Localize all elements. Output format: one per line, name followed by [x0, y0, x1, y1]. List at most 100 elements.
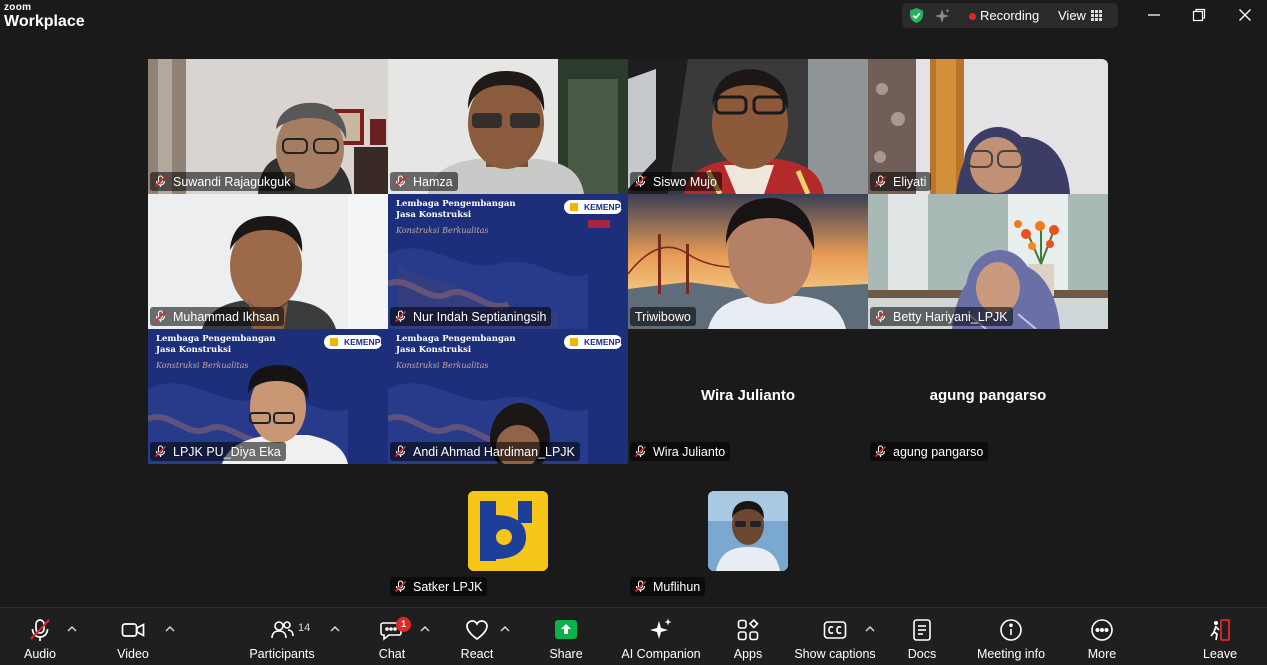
participant-name: Muhammad Ikhsan: [173, 309, 280, 324]
participant-name-tag: Muhammad Ikhsan: [150, 307, 285, 326]
show-captions-label: Show captions: [794, 647, 876, 661]
microphone-muted-icon: [394, 310, 407, 323]
microphone-muted-icon: [634, 445, 647, 458]
video-label: Video: [117, 647, 149, 661]
participant-name: Andi Ahmad Hardiman_LPJK: [413, 444, 575, 459]
video-options-chevron-icon[interactable]: [165, 625, 175, 633]
docs-button[interactable]: Docs: [902, 608, 942, 665]
participant-name-tag: Hamza: [390, 172, 458, 191]
participant-name: Siswo Mujo: [653, 174, 717, 189]
audio-label: Audio: [24, 647, 56, 661]
participant-name: agung pangarso: [893, 444, 984, 459]
more-button[interactable]: More: [1082, 608, 1122, 665]
captions-options-chevron-icon[interactable]: [865, 625, 875, 633]
react-button[interactable]: React: [456, 608, 498, 665]
app-logo: zoom Workplace: [4, 3, 85, 30]
satker-lpjk-avatar: [468, 491, 548, 571]
participants-options-chevron-icon[interactable]: [330, 625, 340, 633]
encryption-shield-icon[interactable]: [908, 7, 925, 24]
react-options-chevron-icon[interactable]: [500, 625, 510, 633]
brand-zoom: zoom: [4, 2, 32, 13]
participants-icon: [271, 621, 294, 639]
react-label: React: [460, 647, 494, 661]
apps-button[interactable]: Apps: [728, 608, 768, 665]
leave-door-icon: [1210, 619, 1230, 641]
microphone-muted-icon: [634, 580, 647, 593]
participant-name-tag: Satker LPJK: [390, 577, 488, 596]
participant-name: Triwibowo: [635, 309, 691, 324]
participant-name-tag: agung pangarso: [870, 442, 989, 461]
slide-title-line1: Lembaga Pengembangan: [156, 334, 276, 344]
microphone-muted-icon: [30, 619, 50, 641]
video-button[interactable]: Video: [112, 608, 154, 665]
participant-name: Nur Indah Septianingsih: [413, 309, 547, 324]
microphone-muted-icon: [874, 175, 887, 188]
meeting-controls-toolbar: Audio Video Participants 14 Chat 1 React…: [0, 607, 1267, 665]
microphone-muted-icon: [394, 445, 407, 458]
slide-title-line2: Jasa Konstruksi: [156, 345, 232, 355]
participants-label: Participants: [249, 647, 315, 661]
chat-options-chevron-icon[interactable]: [420, 625, 430, 633]
more-label: More: [1087, 647, 1117, 661]
participant-name-tag: Andi Ahmad Hardiman_LPJK: [390, 442, 580, 461]
pu-logo-icon: [468, 491, 548, 571]
meeting-status-bar: Recording View: [902, 3, 1118, 28]
participant-name-tag: Betty Hariyani_LPJK: [870, 307, 1013, 326]
info-icon: [1000, 619, 1022, 641]
slide-tagline: Konstruksi Berkualitas: [156, 361, 249, 370]
participants-button[interactable]: Participants: [248, 608, 316, 665]
participant-name: LPJK PU_Diya Eka: [173, 444, 281, 459]
microphone-muted-icon: [874, 310, 887, 323]
audio-button[interactable]: Audio: [20, 608, 60, 665]
participant-name-tag: Eliyati: [870, 172, 932, 191]
microphone-muted-icon: [154, 445, 167, 458]
ai-companion-sparkle-icon: [650, 618, 672, 639]
participant-display-name: Wira Julianto: [700, 387, 796, 404]
slide-tagline: Konstruksi Berkualitas: [396, 361, 489, 370]
document-icon: [913, 619, 931, 641]
share-label: Share: [549, 647, 583, 661]
slide-tagline: Konstruksi Berkualitas: [396, 226, 489, 235]
participant-display-name: agung pangarso: [929, 387, 1047, 404]
slide-title-line1: Lembaga Pengembangan: [396, 199, 516, 209]
leave-button[interactable]: Leave: [1200, 608, 1240, 665]
title-bar: zoom Workplace Recording View: [0, 0, 1267, 38]
ai-companion-button[interactable]: AI Companion: [618, 608, 704, 665]
share-screen-button[interactable]: Share: [546, 608, 586, 665]
participant-name-tag: LPJK PU_Diya Eka: [150, 442, 286, 461]
audio-options-chevron-icon[interactable]: [67, 625, 77, 633]
participant-name-tag: Suwandi Rajagukguk: [150, 172, 296, 191]
slide-title-line2: Jasa Konstruksi: [396, 345, 472, 355]
slide-title: Lembaga Pengembangan Jasa Konstruksi: [396, 334, 516, 356]
close-icon[interactable]: [1236, 6, 1254, 24]
show-captions-button[interactable]: Show captions: [792, 608, 878, 665]
slide-title-line1: Lembaga Pengembangan: [396, 334, 516, 344]
slide-title: Lembaga Pengembangan Jasa Konstruksi: [156, 334, 276, 356]
minimize-icon[interactable]: [1145, 6, 1163, 24]
profile-photo: [708, 491, 788, 571]
more-dots-icon: [1091, 619, 1113, 641]
recording-dot-icon: [969, 13, 976, 20]
slide-title-line2: Jasa Konstruksi: [396, 210, 472, 220]
apps-label: Apps: [733, 647, 763, 661]
recording-label[interactable]: Recording: [980, 8, 1039, 23]
zoom-meeting-window: zoom Workplace Recording View Lembaga Pe…: [0, 0, 1267, 665]
heart-icon: [466, 620, 488, 641]
restore-icon[interactable]: [1190, 6, 1208, 24]
docs-label: Docs: [907, 647, 937, 661]
ai-sparkle-icon[interactable]: [933, 7, 951, 25]
participant-name: Satker LPJK: [413, 579, 483, 594]
slide-title: Lembaga Pengembangan Jasa Konstruksi: [396, 199, 516, 221]
view-button[interactable]: View: [1058, 8, 1086, 23]
video-camera-icon: [121, 623, 145, 637]
kemenpu-logo: KEMENPU: [584, 337, 627, 347]
muflihun-avatar: [708, 491, 788, 571]
chat-label: Chat: [378, 647, 406, 661]
meeting-info-button[interactable]: Meeting info: [972, 608, 1050, 665]
kemenpu-logo: KEMENPU: [584, 202, 627, 212]
view-grid-icon[interactable]: [1091, 10, 1102, 21]
share-screen-icon: [555, 620, 577, 639]
microphone-muted-icon: [154, 310, 167, 323]
closed-captions-icon: [823, 621, 847, 639]
participant-name-tag: Siswo Mujo: [630, 172, 722, 191]
